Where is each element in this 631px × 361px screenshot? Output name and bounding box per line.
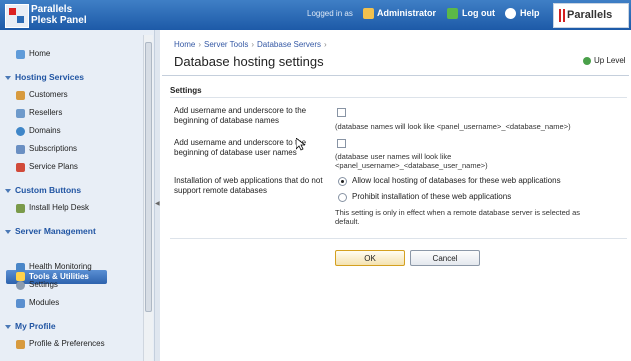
brand-line2: Plesk Panel — [31, 15, 87, 26]
help-icon[interactable] — [505, 8, 516, 19]
plesk-logo-icon — [5, 4, 29, 28]
group-divider — [170, 97, 627, 98]
section-label: Custom Buttons — [15, 185, 82, 195]
help-desk-icon — [16, 204, 25, 213]
sidebar-item-label: Domains — [29, 126, 61, 135]
cancel-button[interactable]: Cancel — [410, 250, 480, 266]
service-plans-icon — [16, 163, 25, 172]
modules-icon — [16, 299, 25, 308]
prohibit-installation-label[interactable]: Prohibit installation of these web appli… — [352, 192, 511, 201]
logged-in-label: Logged in as — [307, 9, 353, 18]
sidebar-item-label: Resellers — [29, 108, 63, 117]
remote-db-note-2: default. — [335, 217, 360, 226]
title-divider — [162, 75, 629, 76]
allow-local-hosting-label[interactable]: Allow local hosting of databases for the… — [352, 176, 561, 185]
top-header: Parallels Plesk Panel Logged in as Admin… — [0, 0, 631, 30]
section-server-management[interactable]: Server Management — [5, 226, 96, 236]
parallels-logo-text: Parallels — [567, 9, 613, 21]
user-name-link[interactable]: Administrator — [377, 8, 436, 18]
up-level-label: Up Level — [594, 56, 626, 65]
sidebar-item-label: Service Plans — [29, 162, 78, 171]
allow-local-hosting-radio[interactable] — [338, 177, 347, 186]
sidebar-item-label: Customers — [29, 90, 68, 99]
resellers-icon — [16, 109, 25, 118]
profile-icon — [16, 340, 25, 349]
mouse-cursor-icon — [296, 138, 305, 151]
sidebar-item-label: Modules — [29, 298, 60, 307]
db-name-prefix-label: Add username and underscore to the begin… — [174, 106, 307, 125]
db-user-prefix-label: Add username and underscore to the begin… — [174, 138, 307, 157]
sidebar-collapse-handle[interactable]: ◀ — [155, 30, 160, 361]
breadcrumb-separator: › — [324, 40, 327, 49]
sidebar-item-label: Settings — [29, 280, 58, 289]
section-hosting-services[interactable]: Hosting Services — [5, 72, 84, 82]
sidebar: Home Hosting Services Customers Reseller… — [0, 30, 155, 361]
up-level-link[interactable]: Up Level — [583, 56, 626, 65]
parallels-bars-icon — [559, 9, 565, 22]
parallels-logo: Parallels — [553, 3, 629, 28]
brand-name: Parallels Plesk Panel — [31, 4, 87, 26]
logout-link[interactable]: Log out — [462, 8, 495, 18]
gear-icon — [16, 281, 25, 290]
tools-icon — [16, 272, 25, 281]
health-monitoring-icon — [16, 263, 25, 272]
domains-icon — [16, 127, 25, 136]
user-icon — [363, 8, 374, 19]
db-name-prefix-checkbox[interactable] — [337, 108, 346, 117]
section-label: My Profile — [15, 321, 56, 331]
db-user-prefix-checkbox[interactable] — [337, 139, 346, 148]
brand-line1: Parallels — [31, 4, 73, 15]
collapse-triangle-icon — [5, 75, 11, 80]
remote-db-note-1: This setting is only in effect when a re… — [335, 208, 580, 217]
breadcrumb: Home › Server Tools › Database Servers › — [174, 40, 330, 49]
section-my-profile[interactable]: My Profile — [5, 321, 56, 331]
db-user-prefix-hint-1: (database user names will look like — [335, 152, 452, 161]
section-label: Server Management — [15, 226, 96, 236]
remote-db-apps-label: Installation of web applications that do… — [174, 176, 323, 195]
breadcrumb-database-servers[interactable]: Database Servers — [257, 40, 321, 49]
page-title: Database hosting settings — [174, 54, 324, 69]
breadcrumb-separator: › — [198, 40, 202, 49]
sidebar-item-label: Home — [29, 49, 51, 58]
customers-icon — [16, 91, 25, 100]
section-label: Hosting Services — [15, 72, 84, 82]
subscriptions-icon — [16, 145, 25, 154]
scrollbar-thumb[interactable] — [145, 42, 152, 312]
help-link[interactable]: Help — [520, 8, 540, 18]
prohibit-installation-radio[interactable] — [338, 193, 347, 202]
settings-group-title: Settings — [170, 86, 202, 95]
breadcrumb-server-tools[interactable]: Server Tools — [204, 40, 248, 49]
breadcrumb-separator: › — [251, 40, 255, 49]
breadcrumb-home[interactable]: Home — [174, 40, 195, 49]
up-level-icon — [583, 56, 591, 65]
sidebar-item-label: Health Monitoring — [29, 262, 92, 271]
collapse-triangle-icon — [5, 188, 11, 193]
db-name-prefix-hint: (database names will look like <panel_us… — [335, 122, 571, 131]
ok-button[interactable]: OK — [335, 250, 405, 266]
home-icon — [16, 50, 25, 59]
sidebar-item-label: Subscriptions — [29, 144, 78, 153]
sidebar-scrollbar[interactable] — [143, 35, 153, 361]
sidebar-item-label: Install Help Desk — [29, 203, 90, 212]
section-custom-buttons[interactable]: Custom Buttons — [5, 185, 81, 195]
collapse-triangle-icon — [5, 324, 11, 329]
watermark-logo — [567, 318, 627, 358]
logout-icon[interactable] — [447, 8, 458, 19]
db-user-prefix-hint-2: <panel_username>_<database_user_name>) — [335, 161, 488, 170]
collapse-arrow-icon: ◀ — [155, 201, 160, 207]
form-bottom-divider — [170, 238, 627, 239]
collapse-triangle-icon — [5, 229, 11, 234]
sidebar-item-label: Profile & Preferences — [29, 339, 105, 348]
